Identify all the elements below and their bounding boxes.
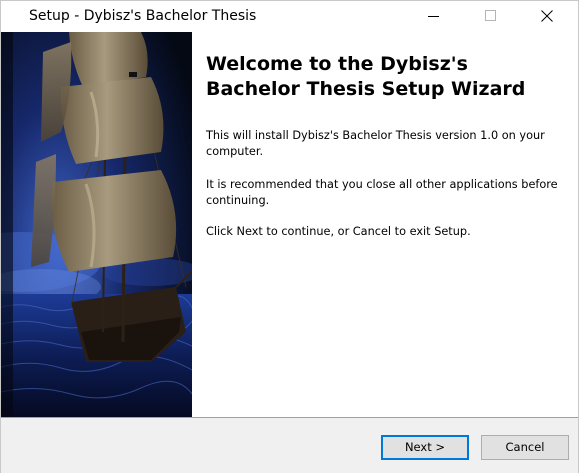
button-bar: Next > Cancel (1, 417, 578, 473)
continue-instruction: Click Next to continue, or Cancel to exi… (206, 225, 471, 238)
wizard-banner-image (1, 32, 192, 417)
wizard-content: Welcome to the Dybisz's Bachelor Thesis … (192, 32, 578, 417)
minimize-icon[interactable] (410, 1, 456, 32)
window-title: Setup - Dybisz's Bachelor Thesis (29, 8, 257, 24)
cancel-button[interactable]: Cancel (481, 435, 569, 460)
welcome-heading: Welcome to the Dybisz's Bachelor Thesis … (206, 53, 526, 100)
next-button[interactable]: Next > (381, 435, 469, 460)
setup-window: Setup - Dybisz's Bachelor Thesis Welcome… (0, 0, 579, 473)
close-apps-recommendation: It is recommended that you close all oth… (206, 178, 558, 207)
close-icon[interactable] (524, 1, 570, 32)
title-bar[interactable]: Setup - Dybisz's Bachelor Thesis (1, 1, 578, 32)
install-description: This will install Dybisz's Bachelor Thes… (206, 129, 545, 158)
maximize-icon[interactable] (467, 1, 513, 32)
